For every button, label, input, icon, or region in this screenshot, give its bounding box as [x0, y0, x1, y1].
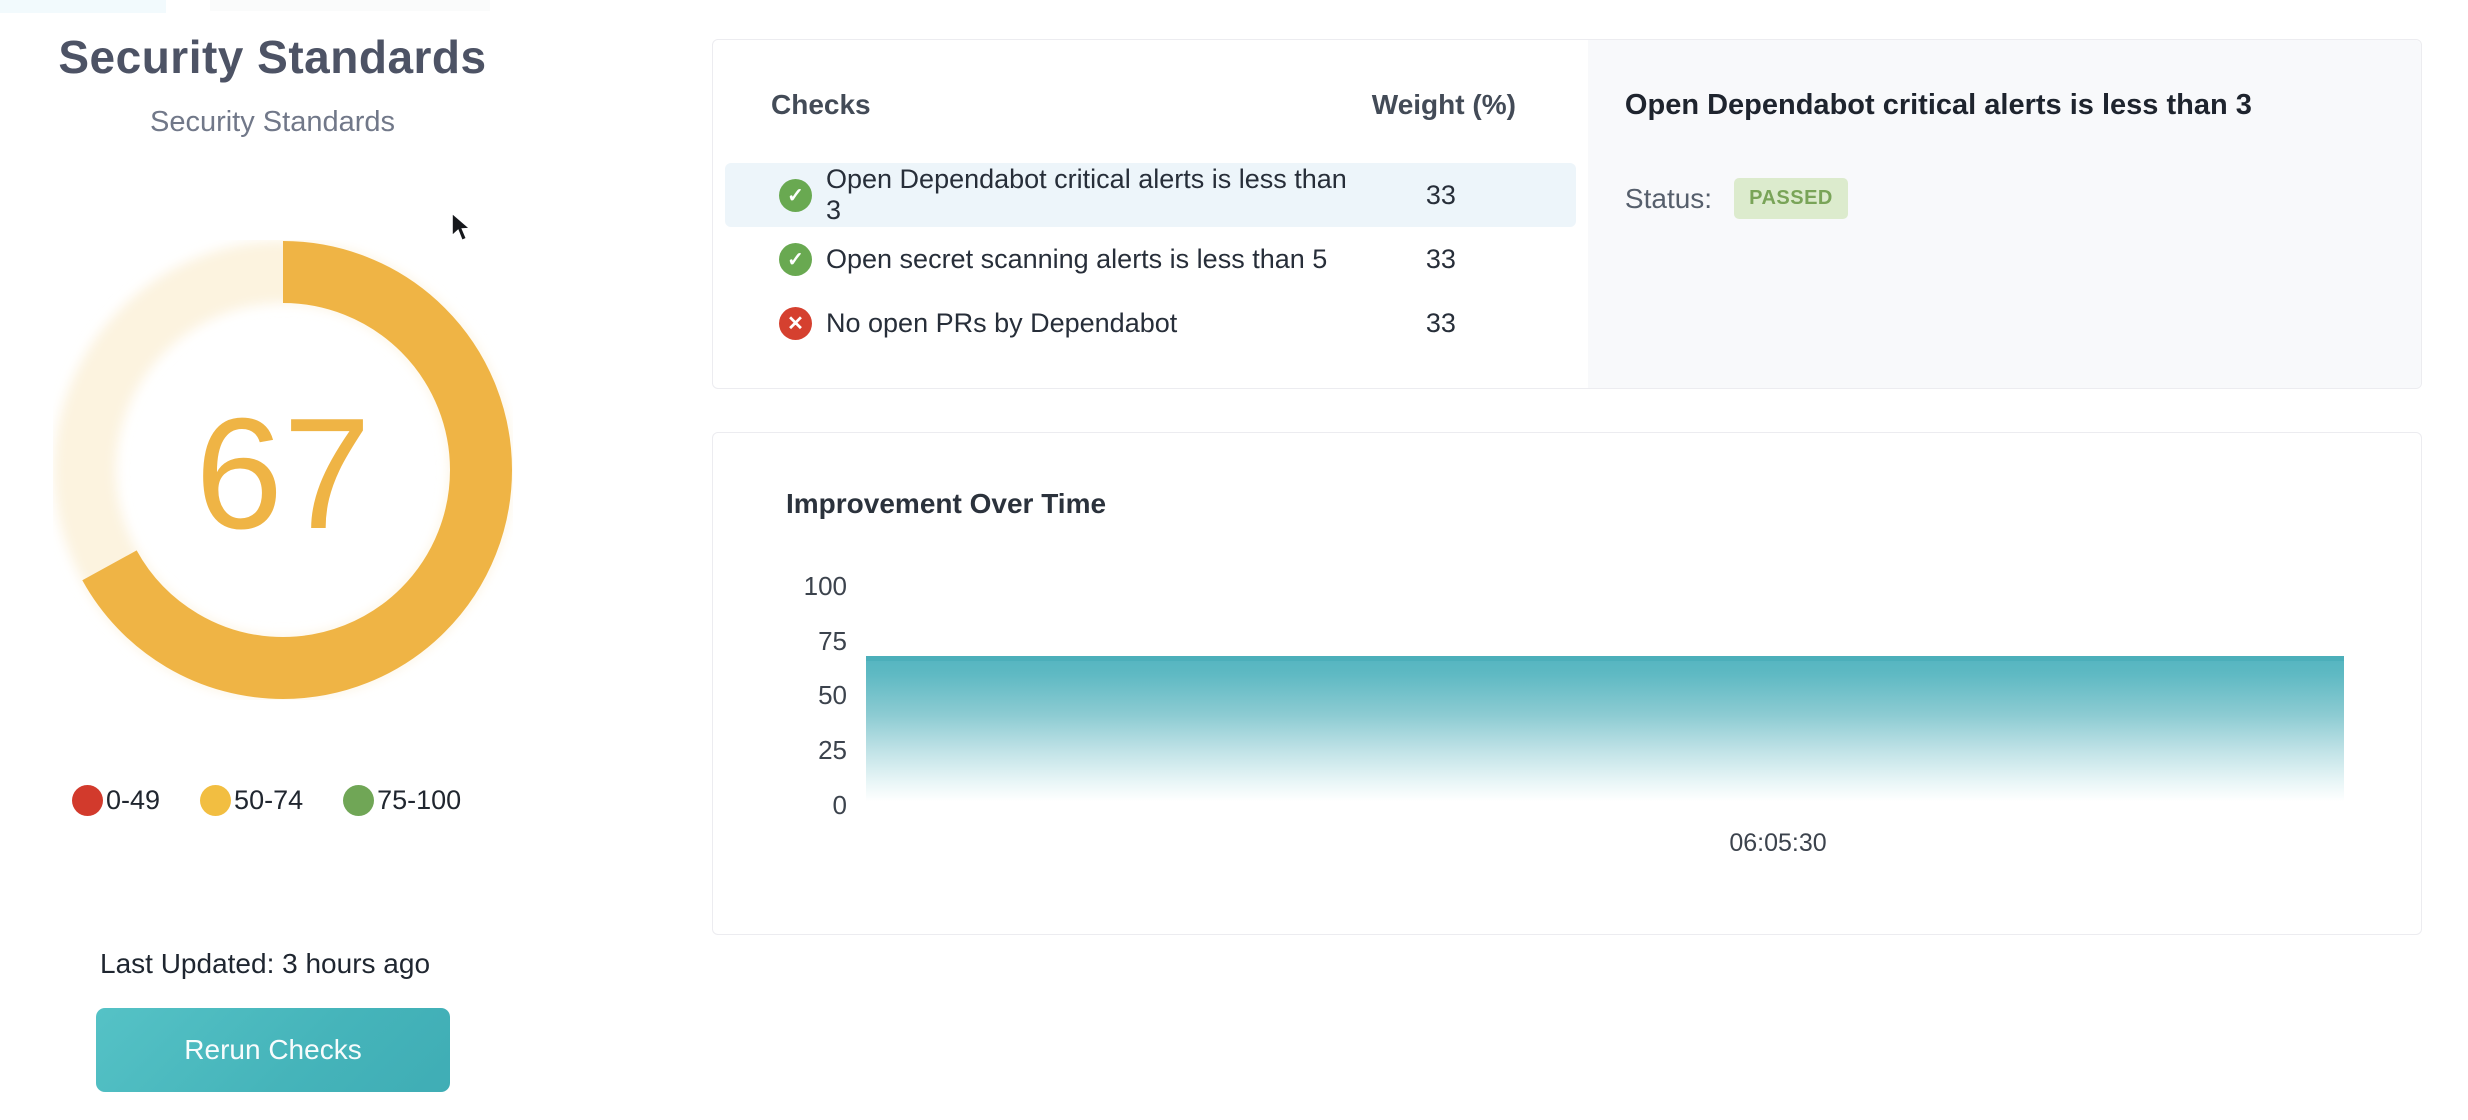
legend-item-low: 0-49: [72, 785, 160, 816]
mouse-cursor: [448, 212, 478, 244]
check-row-secret-scanning[interactable]: ✓ Open secret scanning alerts is less th…: [725, 227, 1576, 291]
rerun-checks-button[interactable]: Rerun Checks: [96, 1008, 450, 1092]
chart-y-axis: 100 75 50 25 0: [753, 433, 847, 934]
legend-dot-yellow: [200, 785, 231, 816]
gauge-score-value: 67: [53, 240, 513, 700]
page-header: Security Standards Security Standards: [0, 30, 545, 139]
checks-rows: ✓ Open Dependabot critical alerts is les…: [713, 163, 1588, 355]
check-row-label: Open Dependabot critical alerts is less …: [826, 164, 1366, 226]
check-row-open-prs[interactable]: ✕ No open PRs by Dependabot 33: [725, 291, 1576, 355]
check-passed-icon: ✓: [779, 179, 812, 212]
score-gauge: 67: [53, 240, 513, 700]
check-row-weight: 33: [1366, 180, 1516, 211]
status-badge: PASSED: [1734, 178, 1848, 219]
score-legend: 0-49 50-74 75-100: [72, 785, 461, 816]
check-row-weight: 33: [1366, 308, 1516, 339]
legend-label: 75-100: [377, 785, 461, 816]
legend-dot-green: [343, 785, 374, 816]
chart-plot-area: [866, 584, 2344, 803]
check-passed-icon: ✓: [779, 243, 812, 276]
check-row-dependabot-critical[interactable]: ✓ Open Dependabot critical alerts is les…: [725, 163, 1576, 227]
y-tick-50: 50: [753, 680, 847, 711]
check-detail-status-row: Status: PASSED: [1625, 178, 2381, 219]
legend-item-high: 75-100: [343, 785, 461, 816]
legend-dot-red: [72, 785, 103, 816]
page-subtitle: Security Standards: [0, 106, 545, 139]
weight-column-header: Weight (%): [1366, 89, 1516, 121]
check-row-weight: 33: [1366, 244, 1516, 275]
check-failed-icon: ✕: [779, 307, 812, 340]
y-tick-75: 75: [753, 626, 847, 657]
checks-column-header: Checks: [771, 89, 871, 121]
page-title: Security Standards: [0, 30, 545, 84]
top-edge-strip: [0, 0, 166, 13]
legend-label: 50-74: [234, 785, 303, 816]
check-row-label: No open PRs by Dependabot: [826, 308, 1366, 339]
checks-card: Checks Weight (%) ✓ Open Dependabot crit…: [712, 39, 2422, 389]
top-edge-strip-2: [210, 0, 490, 11]
check-detail-panel: Open Dependabot critical alerts is less …: [1588, 40, 2421, 388]
check-detail-title: Open Dependabot critical alerts is less …: [1625, 89, 2381, 122]
last-updated-text: Last Updated: 3 hours ago: [100, 948, 430, 980]
check-row-label: Open secret scanning alerts is less than…: [826, 244, 1366, 275]
checks-table: Checks Weight (%) ✓ Open Dependabot crit…: [713, 40, 1588, 388]
checks-table-header: Checks Weight (%): [713, 89, 1588, 121]
y-tick-0: 0: [753, 790, 847, 821]
x-tick-time: 06:05:30: [1678, 829, 1878, 858]
chart-area-series: [866, 656, 2344, 803]
y-tick-25: 25: [753, 735, 847, 766]
legend-label: 0-49: [106, 785, 160, 816]
improvement-chart-card: Improvement Over Time 100 75 50 25 0 06:…: [712, 432, 2422, 935]
status-label: Status:: [1625, 183, 1712, 215]
legend-item-mid: 50-74: [200, 785, 303, 816]
y-tick-100: 100: [753, 571, 847, 602]
